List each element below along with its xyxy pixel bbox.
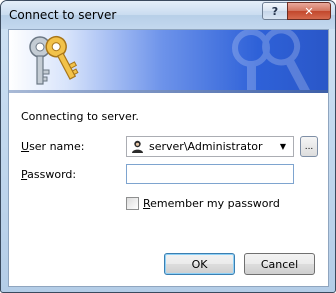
intro-text: Connecting to server. xyxy=(21,110,139,123)
cancel-button[interactable]: Cancel xyxy=(244,253,315,275)
browse-users-button[interactable]: ... xyxy=(300,136,318,157)
password-label: Password: xyxy=(21,168,77,181)
password-field[interactable] xyxy=(126,164,294,184)
window-title: Connect to server xyxy=(9,8,117,22)
banner xyxy=(9,30,328,90)
username-label: User name: xyxy=(21,140,85,153)
username-combobox[interactable]: server\Administrator ▼ xyxy=(126,136,294,157)
username-value: server\Administrator xyxy=(149,140,263,153)
close-button[interactable]: ✕ xyxy=(287,2,331,20)
title-bar[interactable]: Connect to server ? ✕ xyxy=(1,1,335,29)
keys-watermark-icon xyxy=(232,30,311,90)
ok-button[interactable]: OK xyxy=(164,253,235,275)
keys-icon xyxy=(29,35,79,85)
help-button[interactable]: ? xyxy=(262,2,288,20)
help-icon: ? xyxy=(271,4,279,18)
remember-password-checkbox[interactable] xyxy=(126,196,139,210)
user-icon xyxy=(132,140,143,153)
remember-password-label[interactable]: Remember my password xyxy=(143,197,280,210)
banner-divider xyxy=(9,90,328,93)
dialog-body: Connecting to server. User name: server\… xyxy=(8,29,329,287)
connect-dialog: Connect to server ? ✕ Connecting to serv… xyxy=(0,0,336,293)
close-icon: ✕ xyxy=(304,4,314,18)
chevron-down-icon[interactable]: ▼ xyxy=(277,140,289,153)
remember-password-option[interactable]: Remember my password xyxy=(126,196,280,210)
